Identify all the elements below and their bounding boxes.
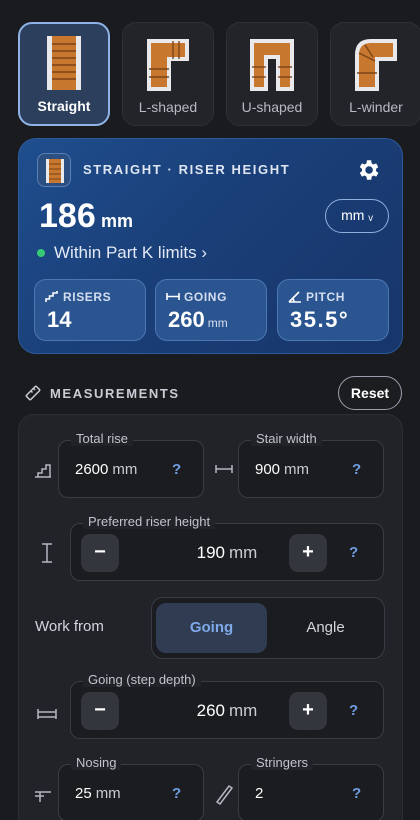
stat-risers: RISERS 14 [34, 279, 146, 341]
status-dot [37, 249, 45, 257]
going-field: Going (step depth) − 260 mm + ? [70, 672, 384, 739]
stair-type-selector: Straight L-shaped U-shaped L-winder [18, 22, 420, 128]
field-label: Total rise [71, 431, 134, 446]
increment-button[interactable]: + [289, 692, 327, 730]
result-title: STRAIGHT · RISER HEIGHT [83, 162, 291, 177]
field-label: Nosing [71, 755, 122, 770]
stat-going: GOING 260 mm [155, 279, 267, 341]
work-from-toggle: Going Angle [151, 597, 385, 659]
field-value: 900 mm [255, 461, 310, 478]
tread-icon [37, 709, 57, 719]
compliance-status[interactable]: Within Part K limits › [37, 243, 207, 263]
width-icon [166, 293, 180, 300]
option-angle[interactable]: Angle [270, 603, 381, 653]
field-value: 2 [255, 785, 264, 802]
width-icon [215, 465, 233, 473]
riser-height-value: 186 [39, 197, 96, 235]
stat-label: GOING [184, 290, 228, 304]
stat-value: 35.5° [290, 307, 350, 332]
stringers-field[interactable]: Stringers 2 ? [238, 755, 384, 820]
stat-value: 260 mm [168, 307, 228, 332]
l-shaped-stair-icon [147, 39, 189, 91]
measurements-title: MEASUREMENTS [50, 386, 180, 401]
stat-value: 14 [47, 307, 72, 332]
stringer-icon [215, 784, 234, 805]
help-icon[interactable]: ? [172, 461, 181, 478]
nosing-icon [35, 791, 51, 802]
field-value: 2600 mm [75, 461, 138, 478]
straight-stair-icon [37, 153, 71, 187]
type-label: Straight [37, 98, 91, 114]
u-shaped-stair-icon [250, 39, 294, 91]
option-going[interactable]: Going [156, 603, 267, 653]
rise-icon [35, 464, 51, 478]
work-from-label: Work from [35, 618, 104, 635]
nosing-field[interactable]: Nosing 25 mm ? [58, 755, 204, 820]
riser-height-field: Preferred riser height − 190 mm + ? [70, 514, 384, 581]
steps-icon [45, 291, 58, 302]
field-label: Stair width [251, 431, 322, 446]
type-card-l-winder[interactable]: L-winder [330, 22, 420, 126]
type-card-straight[interactable]: Straight [18, 22, 110, 126]
field-value[interactable]: 260 mm [71, 701, 383, 721]
field-label: Preferred riser height [83, 514, 216, 529]
type-label: L-winder [349, 99, 403, 115]
type-card-u-shaped[interactable]: U-shaped [226, 22, 318, 126]
ruler-icon [25, 385, 41, 401]
result-card: STRAIGHT · RISER HEIGHT 186 mm mm ᵥ With… [18, 138, 403, 354]
unit-dropdown[interactable]: mm ᵥ [325, 199, 389, 233]
angle-icon [288, 291, 301, 303]
help-icon[interactable]: ? [349, 702, 358, 719]
help-icon[interactable]: ? [352, 785, 361, 802]
type-label: L-shaped [138, 99, 198, 115]
reset-button[interactable]: Reset [338, 376, 402, 410]
stat-label: RISERS [63, 290, 112, 304]
help-icon[interactable]: ? [172, 785, 181, 802]
field-label: Going (step depth) [83, 672, 201, 687]
status-text: Within Part K limits › [54, 243, 208, 262]
type-card-l-shaped[interactable]: L-shaped [122, 22, 214, 126]
type-label: U-shaped [241, 99, 303, 115]
total-rise-field[interactable]: Total rise 2600 mm ? [58, 431, 204, 498]
increment-button[interactable]: + [289, 534, 327, 572]
stair-width-field[interactable]: Stair width 900 mm ? [238, 431, 384, 498]
field-value: 25 mm [75, 785, 121, 802]
height-icon [42, 543, 52, 563]
help-icon[interactable]: ? [352, 461, 361, 478]
straight-stair-icon [47, 36, 81, 90]
riser-height-unit: mm [101, 211, 134, 231]
gear-icon[interactable] [355, 157, 381, 183]
help-icon[interactable]: ? [349, 544, 358, 561]
l-winder-stair-icon [355, 39, 397, 91]
stat-label: PITCH [306, 290, 345, 304]
stat-pitch: PITCH 35.5° [277, 279, 389, 341]
field-value[interactable]: 190 mm [71, 543, 383, 563]
field-label: Stringers [251, 755, 314, 770]
